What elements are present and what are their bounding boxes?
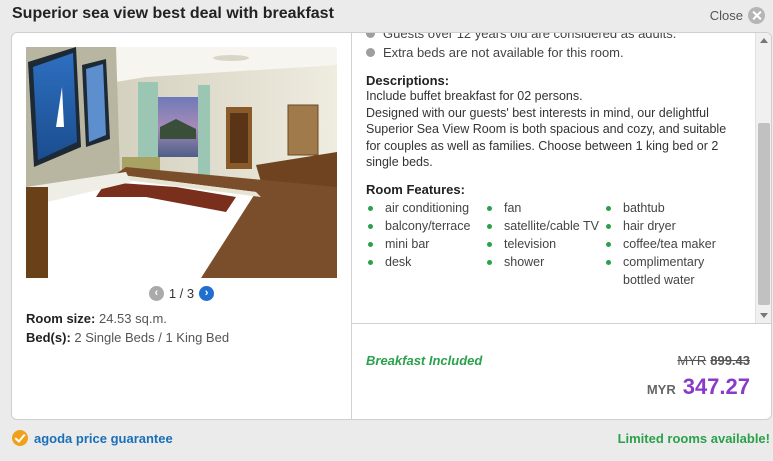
original-price: MYR 899.43 [677, 353, 750, 368]
bullet-icon [366, 48, 375, 57]
bullet-icon [487, 241, 492, 247]
bullet-icon [368, 205, 373, 211]
bullet-icon [368, 241, 373, 247]
feature-item: balcony/terrace [366, 217, 485, 235]
feature-item: mini bar [366, 235, 485, 253]
feature-label: air conditioning [385, 200, 470, 215]
feature-item: fan [485, 199, 604, 217]
feature-item: complimentary bottled water [604, 253, 744, 289]
features-grid: air conditioning balcony/terrace mini ba… [366, 199, 746, 289]
feature-item: coffee/tea maker [604, 235, 744, 253]
feature-item: shower [485, 253, 604, 271]
feature-label: balcony/terrace [385, 218, 471, 233]
price-guarantee-label: agoda price guarantee [34, 430, 173, 446]
policy-text: Guests over 12 years old are considered … [383, 33, 677, 41]
bullet-icon [487, 259, 492, 265]
policy-item: Guests over 12 years old are considered … [366, 33, 746, 43]
room-size-value: 24.53 sq.m. [98, 311, 167, 326]
room-size-row: Room size: 24.53 sq.m. [26, 309, 229, 328]
vertical-scrollbar[interactable] [755, 33, 771, 323]
bullet-icon [606, 205, 611, 211]
bullet-icon [366, 33, 375, 38]
price-amount: 347.27 [682, 374, 750, 399]
bullet-icon [606, 223, 611, 229]
beds-row: Bed(s): 2 Single Beds / 1 King Bed [26, 328, 229, 347]
room-gallery-column: ‹ 1 / 3 › Room size: 24.53 sq.m. Bed(s):… [12, 33, 352, 419]
close-button[interactable]: Close [710, 7, 765, 24]
feature-item: television [485, 235, 604, 253]
bullet-icon [606, 241, 611, 247]
check-badge-icon [12, 430, 28, 446]
price-guarantee-link[interactable]: agoda price guarantee [12, 430, 173, 446]
room-details-scroll[interactable]: Guests over 12 years old are considered … [352, 33, 755, 323]
details-content: Guests over 12 years old are considered … [366, 33, 746, 289]
policy-item: Extra beds are not available for this ro… [366, 43, 746, 62]
beds-label: Bed(s): [26, 330, 71, 345]
gallery-pager: ‹ 1 / 3 › [12, 286, 351, 301]
modal-header-title: Superior sea view best deal with breakfa… [12, 5, 334, 22]
feature-label: television [504, 236, 557, 251]
feature-item: bathtub [604, 199, 744, 217]
price-currency: MYR [646, 382, 676, 397]
breakfast-included-label: Breakfast Included [366, 353, 483, 368]
price-box: Breakfast Included MYR 899.43 MYR 347.27 [352, 323, 771, 419]
scroll-up-arrow-icon[interactable] [756, 33, 771, 49]
bullet-icon [368, 223, 373, 229]
feature-label: desk [385, 254, 412, 269]
feature-item: hair dryer [604, 217, 744, 235]
scroll-thumb[interactable] [758, 123, 770, 305]
feature-label: shower [504, 254, 545, 269]
feature-label: fan [504, 200, 522, 215]
close-icon [748, 7, 765, 24]
feature-label: hair dryer [623, 218, 676, 233]
close-label: Close [709, 8, 743, 23]
features-title: Room Features: [366, 181, 465, 197]
scroll-down-arrow-icon[interactable] [756, 307, 771, 323]
room-size-label: Room size: [26, 311, 96, 326]
feature-item: air conditioning [366, 199, 485, 217]
original-amount: 899.43 [710, 353, 750, 368]
bullet-icon [606, 259, 611, 265]
feature-label: mini bar [385, 236, 430, 251]
feature-label: satellite/cable TV [504, 218, 599, 233]
gallery-counter: 1 / 3 [168, 286, 195, 301]
feature-label: complimentary bottled water [623, 254, 705, 287]
descriptions-title: Descriptions: [366, 73, 450, 88]
feature-label: coffee/tea maker [623, 236, 716, 251]
feature-item: satellite/cable TV [485, 217, 604, 235]
descriptions-line1: Include buffet breakfast for 02 persons. [366, 89, 583, 103]
room-info: Room size: 24.53 sq.m. Bed(s): 2 Single … [26, 309, 229, 347]
feature-label: bathtub [623, 200, 665, 215]
limited-rooms-notice: Limited rooms available! [617, 431, 770, 446]
bullet-icon [368, 259, 373, 265]
feature-item: desk [366, 253, 485, 271]
original-currency: MYR [677, 353, 707, 368]
prev-arrow-icon[interactable]: ‹ [148, 286, 164, 301]
discounted-price: MYR 347.27 [647, 374, 750, 400]
descriptions-body: Designed with our guests' best interests… [366, 105, 727, 170]
features-column-1: air conditioning balcony/terrace mini ba… [366, 199, 485, 289]
bullet-icon [487, 223, 492, 229]
bullet-icon [487, 205, 492, 211]
next-arrow-icon[interactable]: › [199, 286, 215, 301]
room-details-panel: ‹ 1 / 3 › Room size: 24.53 sq.m. Bed(s):… [11, 32, 772, 420]
features-column-2: fan satellite/cable TV television shower [485, 199, 604, 289]
beds-value: 2 Single Beds / 1 King Bed [74, 330, 230, 345]
room-photo [26, 47, 337, 278]
policy-text: Extra beds are not available for this ro… [383, 45, 624, 60]
features-column-3: bathtub hair dryer coffee/tea maker comp… [604, 199, 744, 289]
